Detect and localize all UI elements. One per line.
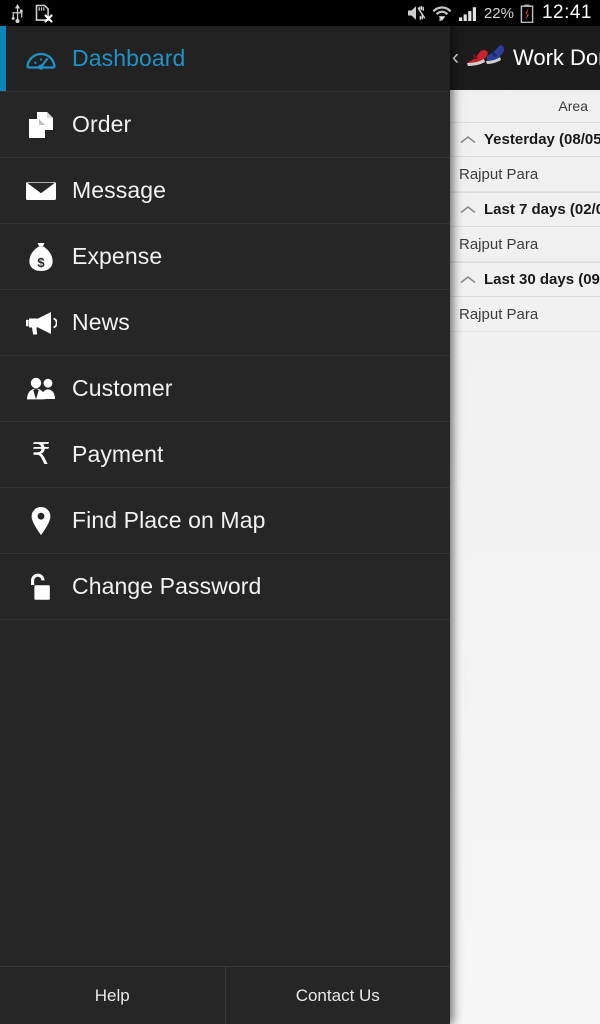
help-button[interactable]: Help bbox=[0, 967, 225, 1024]
sidebar-item-label: Payment bbox=[72, 441, 164, 467]
chevron-up-icon[interactable] bbox=[458, 134, 478, 146]
sidebar-item-customer[interactable]: Customer bbox=[0, 356, 450, 422]
area-row[interactable]: Rajput Para bbox=[450, 297, 600, 332]
group-label: Yesterday (08/05/ bbox=[484, 131, 600, 148]
sidebar-item-news[interactable]: News bbox=[0, 290, 450, 356]
sidebar-item-dashboard[interactable]: Dashboard bbox=[0, 26, 450, 92]
mute-icon bbox=[407, 5, 426, 20]
navigation-list: Dashboard Order Message $ Expense News C… bbox=[0, 26, 450, 620]
area-label: Rajput Para bbox=[459, 165, 539, 183]
megaphone-icon bbox=[18, 310, 64, 336]
usb-icon bbox=[11, 3, 23, 23]
sd-card-removed-icon bbox=[35, 4, 53, 23]
group-label: Last 7 days (02/05 bbox=[484, 201, 600, 218]
status-bar-right-icons: 22% 12:41 bbox=[404, 2, 600, 24]
clock-label: 12:41 bbox=[541, 2, 592, 23]
sidebar-item-label: Customer bbox=[72, 375, 173, 401]
users-icon bbox=[18, 377, 64, 401]
wifi-icon bbox=[432, 6, 452, 21]
work-done-rows: Yesterday (08/05/ Rajput Para Last 7 day… bbox=[450, 122, 600, 332]
money-bag-icon: $ bbox=[18, 242, 64, 272]
signal-icon bbox=[458, 7, 476, 21]
drawer-footer: Help Contact Us bbox=[0, 966, 450, 1024]
sidebar-item-change-password[interactable]: Change Password bbox=[0, 554, 450, 620]
back-button[interactable]: ‹ bbox=[452, 47, 459, 68]
envelope-icon bbox=[18, 180, 64, 202]
sidebar-item-label: Change Password bbox=[72, 573, 262, 599]
battery-icon bbox=[520, 4, 534, 23]
navigation-drawer: Dashboard Order Message $ Expense News C… bbox=[0, 26, 450, 1024]
sidebar-item-label: Expense bbox=[72, 243, 163, 269]
status-bar-left-icons bbox=[0, 3, 404, 23]
battery-percent-label: 22% bbox=[483, 4, 514, 22]
sidebar-item-label: Dashboard bbox=[72, 45, 186, 71]
group-row[interactable]: Yesterday (08/05/ bbox=[450, 122, 600, 157]
group-row[interactable]: Last 7 days (02/05 bbox=[450, 192, 600, 227]
app-screen: 22% 12:41 ‹ Work Do Area Yesterday (08/0… bbox=[0, 0, 600, 1024]
sidebar-item-label: Message bbox=[72, 177, 167, 203]
sidebar-item-label: Find Place on Map bbox=[72, 507, 266, 533]
sidebar-item-label: News bbox=[72, 309, 130, 335]
sidebar-item-expense[interactable]: $ Expense bbox=[0, 224, 450, 290]
sidebar-item-message[interactable]: Message bbox=[0, 158, 450, 224]
status-bar: 22% 12:41 bbox=[0, 0, 600, 26]
app-bar-title: Work Don bbox=[513, 45, 600, 70]
sidebar-item-label: Order bbox=[72, 111, 132, 137]
svg-text:$: $ bbox=[37, 255, 45, 270]
chevron-up-icon[interactable] bbox=[458, 204, 478, 216]
area-label: Rajput Para bbox=[459, 305, 539, 323]
shoes-logo-icon bbox=[465, 42, 507, 74]
rupee-icon: ₹ bbox=[31, 436, 51, 472]
unlocked-padlock-icon bbox=[18, 572, 64, 602]
sidebar-item-find-place-on-map[interactable]: Find Place on Map bbox=[0, 488, 450, 554]
area-row[interactable]: Rajput Para bbox=[450, 227, 600, 262]
documents-icon bbox=[18, 110, 64, 140]
sidebar-item-payment[interactable]: ₹ Payment bbox=[0, 422, 450, 488]
group-label: Last 30 days (09/0 bbox=[484, 271, 600, 288]
dashboard-gauge-icon bbox=[18, 47, 64, 71]
map-pin-icon bbox=[18, 506, 64, 536]
area-label: Rajput Para bbox=[459, 235, 539, 253]
area-row[interactable]: Rajput Para bbox=[450, 157, 600, 192]
column-header-area: Area bbox=[558, 98, 588, 114]
sidebar-item-order[interactable]: Order bbox=[0, 92, 450, 158]
contact-us-button[interactable]: Contact Us bbox=[226, 967, 451, 1024]
table-column-header: Area bbox=[450, 90, 600, 122]
group-row[interactable]: Last 30 days (09/0 bbox=[450, 262, 600, 297]
chevron-up-icon[interactable] bbox=[458, 274, 478, 286]
